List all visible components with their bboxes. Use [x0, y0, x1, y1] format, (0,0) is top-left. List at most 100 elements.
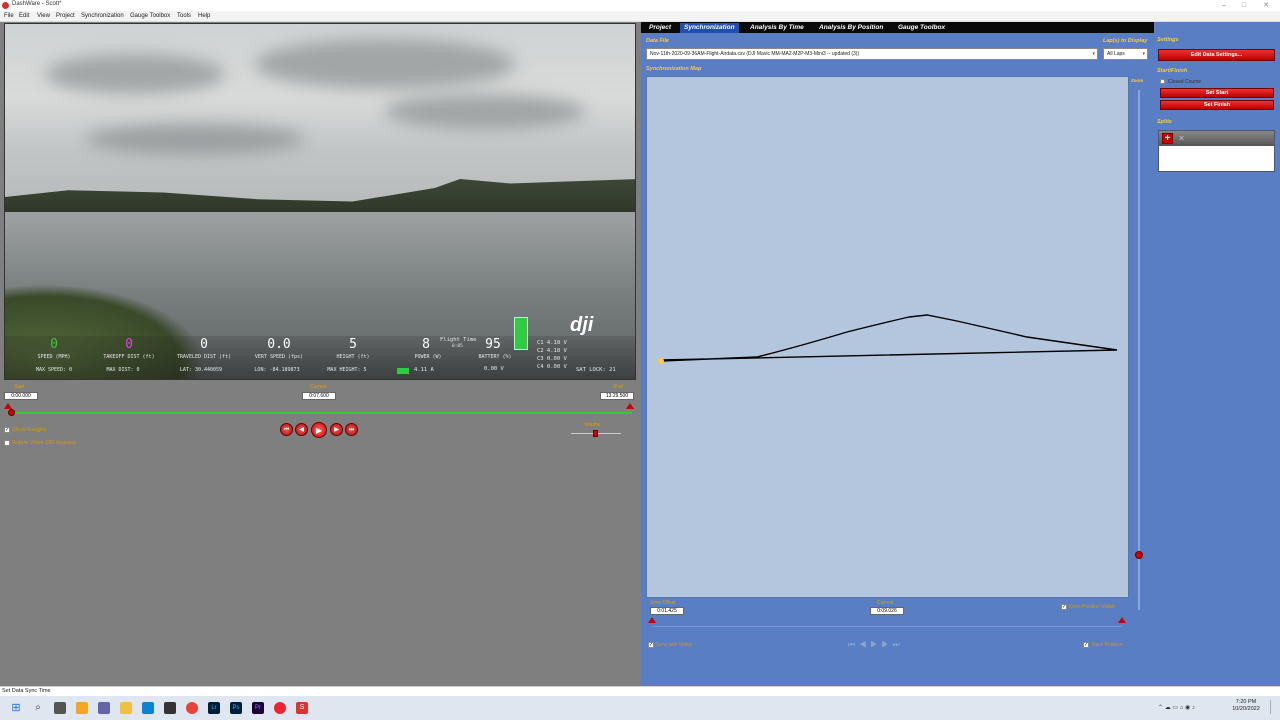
- lightroom-icon[interactable]: Lr: [208, 702, 220, 714]
- skip-back-button[interactable]: ⏮: [280, 423, 293, 436]
- splits-list[interactable]: + ✕: [1158, 130, 1275, 172]
- task-view-icon[interactable]: [54, 702, 66, 714]
- osd-cell-3: C3 0.00 V: [537, 356, 567, 362]
- skip-forward-button[interactable]: ⏭: [345, 423, 358, 436]
- sync-start-marker-icon[interactable]: [648, 617, 656, 623]
- add-split-button[interactable]: +: [1162, 133, 1173, 144]
- status-text: Set Data Sync Time: [2, 688, 51, 694]
- sync-map[interactable]: [646, 76, 1129, 598]
- track-position-checkbox[interactable]: ✓: [1083, 642, 1089, 648]
- store-icon[interactable]: [164, 702, 176, 714]
- start-label: Start: [14, 384, 25, 390]
- minimize-icon[interactable]: –: [1214, 0, 1234, 11]
- osd-takeoff-label: TAKEOFF DIST (ft): [103, 354, 155, 360]
- title-bar: DashWare - Scott* – □ ✕: [0, 0, 1280, 11]
- file-explorer-icon[interactable]: [120, 702, 132, 714]
- show-gauges-label: Show Gauges: [12, 427, 47, 433]
- current-time-field[interactable]: 0:07.600: [302, 392, 336, 400]
- chevron-down-icon: ▾: [1092, 51, 1095, 57]
- sync-current-field[interactable]: 0:09.026: [870, 607, 904, 615]
- keep-visible-label: Keep Position Visible: [1069, 604, 1116, 610]
- rotate-video-checkbox[interactable]: [4, 440, 10, 446]
- laps-value: All Laps: [1107, 51, 1125, 57]
- system-tray-icons[interactable]: ⌃ ☁ ▭ ⌂ ◉ ♪: [1158, 704, 1195, 711]
- play-button[interactable]: ▶: [311, 422, 327, 438]
- maximize-icon[interactable]: □: [1234, 0, 1254, 11]
- premiere-icon[interactable]: Pr: [252, 702, 264, 714]
- menu-synchronization[interactable]: Synchronization: [81, 13, 124, 19]
- tab-gauge-toolbox[interactable]: Gauge Toolbox: [894, 23, 949, 33]
- app-icon: [2, 2, 9, 9]
- show-desktop-button[interactable]: [1270, 700, 1276, 714]
- firefox-icon[interactable]: [76, 702, 88, 714]
- osd-vert-value: 0.0: [267, 337, 291, 352]
- clock-date: 10/20/2022: [1232, 706, 1260, 712]
- teams-icon[interactable]: [98, 702, 110, 714]
- step-back-button[interactable]: ◀: [295, 423, 308, 436]
- chrome-icon[interactable]: [186, 702, 198, 714]
- edge-icon[interactable]: [142, 702, 154, 714]
- menu-view[interactable]: View: [37, 13, 50, 19]
- record-app-icon[interactable]: [274, 702, 286, 714]
- tab-analysis-by-time[interactable]: Analysis By Time: [746, 23, 808, 33]
- sync-offset-field[interactable]: 0:01.425: [650, 607, 684, 615]
- osd-traveled-label: TRAVELED DIST (ft): [176, 354, 232, 360]
- taskbar-clock[interactable]: 7:20 PM 10/20/2022: [1226, 699, 1266, 713]
- dji-logo: dji: [570, 314, 594, 336]
- sync-end-marker-icon[interactable]: [1118, 617, 1126, 623]
- sync-playback-controls[interactable]: ⏮◀▶▶⏭: [848, 640, 928, 650]
- osd-cell-2: C2 4.18 V: [537, 348, 567, 354]
- show-gauges-checkbox[interactable]: ✓: [4, 427, 10, 433]
- osd-cell-4: C4 0.00 V: [537, 364, 567, 370]
- remove-split-button[interactable]: ✕: [1176, 133, 1187, 144]
- start-time-field[interactable]: 0:00.000: [4, 392, 38, 400]
- data-file-select[interactable]: Nov-11th-2020-09-36AM-Flight-Airdata.csv…: [646, 48, 1098, 60]
- tab-analysis-by-position[interactable]: Analysis By Position: [815, 23, 887, 33]
- set-finish-button[interactable]: Set Finish: [1160, 100, 1274, 110]
- rotate-video-label: Rotate Video 180 degrees: [12, 440, 76, 446]
- menu-edit[interactable]: Edit: [19, 13, 29, 19]
- keep-visible-checkbox[interactable]: ✓: [1061, 604, 1067, 610]
- current-label: Current: [310, 384, 327, 390]
- menu-bar: File Edit View Project Synchronization G…: [0, 11, 1280, 22]
- menu-gauge-toolbox[interactable]: Gauge Toolbox: [130, 13, 170, 19]
- tab-synchronization[interactable]: Synchronization: [680, 23, 739, 33]
- laps-select[interactable]: All Laps ▾: [1103, 48, 1148, 60]
- sync-with-video-checkbox[interactable]: ✓: [648, 642, 654, 648]
- sync-timeline[interactable]: [652, 626, 1122, 627]
- video-preview[interactable]: [4, 23, 636, 380]
- menu-file[interactable]: File: [4, 13, 14, 19]
- closed-course-checkbox[interactable]: [1160, 79, 1165, 84]
- video-timeline[interactable]: [8, 412, 632, 414]
- menu-tools[interactable]: Tools: [177, 13, 191, 19]
- power-bar: [397, 368, 409, 374]
- osd-max-dist: MAX DIST: 0: [106, 367, 140, 373]
- search-icon[interactable]: ⌕: [32, 702, 44, 714]
- zoom-thumb[interactable]: [1135, 551, 1143, 559]
- timeline-thumb[interactable]: [8, 409, 15, 416]
- osd-height-label: HEIGHT (ft): [336, 354, 370, 360]
- menu-project[interactable]: Project: [56, 13, 75, 19]
- sync-with-video-label: Sync with Video: [656, 642, 692, 648]
- osd-power-label: POWER (W): [414, 354, 442, 360]
- close-icon[interactable]: ✕: [1256, 0, 1276, 11]
- end-time-field[interactable]: 13:29.500: [600, 392, 634, 400]
- tab-project[interactable]: Project: [645, 23, 675, 33]
- dashware-taskbar-icon[interactable]: S: [296, 702, 308, 714]
- osd-flight-time-value: 0:05: [452, 344, 463, 349]
- windows-start-icon[interactable]: ⊞: [10, 702, 22, 714]
- volume-thumb[interactable]: [593, 430, 598, 437]
- set-start-button[interactable]: Set Start: [1160, 88, 1274, 98]
- clock-time: 7:20 PM: [1235, 699, 1257, 705]
- photoshop-icon[interactable]: Ps: [230, 702, 242, 714]
- end-marker-icon[interactable]: [626, 403, 634, 409]
- sync-offset-label: Sync Offset: [650, 600, 676, 606]
- flight-path: [658, 314, 1118, 364]
- zoom-slider[interactable]: [1138, 90, 1140, 610]
- step-forward-button[interactable]: ▶: [330, 423, 343, 436]
- menu-help[interactable]: Help: [198, 13, 210, 19]
- tab-bar: Project Synchronization Analysis By Time…: [641, 22, 1154, 33]
- edit-data-settings-button[interactable]: Edit Data Settings...: [1158, 49, 1275, 61]
- osd-height-value: 5: [349, 337, 357, 352]
- osd-takeoff-value: 0: [125, 337, 133, 352]
